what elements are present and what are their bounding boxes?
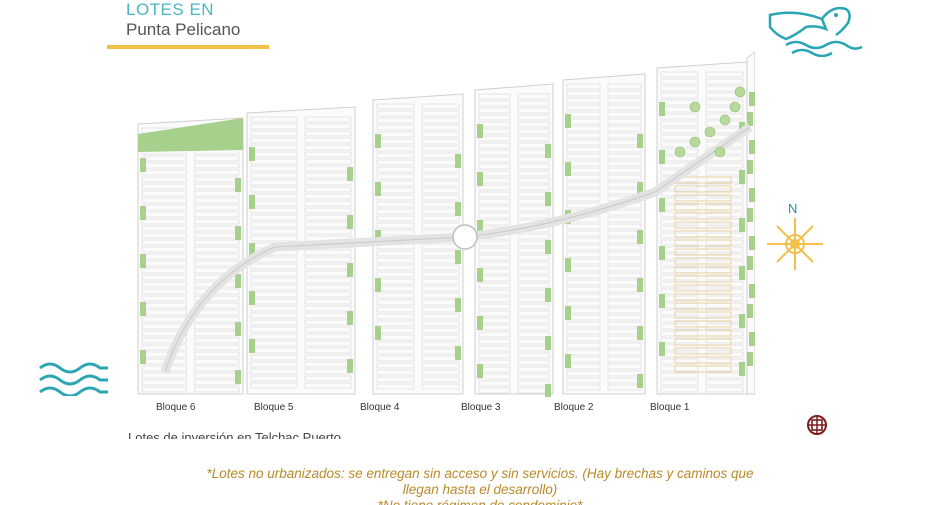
green-area [477,364,483,378]
green-area [565,354,571,368]
green-area [347,311,353,325]
disclaimer-line-2: llegan hasta el desarrollo) [402,482,558,497]
green-area [749,140,755,154]
tree [689,101,701,113]
green-area [747,256,753,270]
green-area [249,339,255,353]
green-area [455,250,461,264]
green-area [375,326,381,340]
green-area [545,288,551,302]
roundabout [452,224,478,250]
green-area [455,154,461,168]
green-area [749,284,755,298]
green-area [545,192,551,206]
green-area [347,167,353,181]
bloque-1-label: Bloque 1 [650,402,690,413]
green-area [375,182,381,196]
green-area [565,162,571,176]
green-area [477,172,483,186]
green-area [347,215,353,229]
green-area [659,150,665,164]
disclaimer-line-3: *No tiene régimen de condominio* [190,498,770,505]
bloque-2-label: Bloque 2 [554,402,594,413]
green-area [545,240,551,254]
green-area [545,384,551,397]
green-area [747,304,753,318]
tree [714,146,726,158]
green-area [477,124,483,138]
green-area [749,236,755,250]
tree [719,114,731,126]
green-area [637,230,643,244]
green-area [249,147,255,161]
green-area [659,102,665,116]
green-area [477,316,483,330]
green-area [455,346,461,360]
green-area [739,266,745,280]
green-area [235,226,241,240]
green-area [659,198,665,212]
bloque-5-label: Bloque 5 [254,402,294,413]
green-area [235,178,241,192]
green-area [739,170,745,184]
tree [729,101,741,113]
green-area [249,195,255,209]
tree [674,146,686,158]
green-area [637,326,643,340]
bloque-4-label: Bloque 4 [360,402,400,413]
green-area [375,134,381,148]
bloque-3-label: Bloque 3 [461,402,501,413]
bloque-6-label: Bloque 6 [156,402,196,413]
green-area [739,314,745,328]
green-area [347,359,353,373]
green-area [659,342,665,356]
tree [734,86,746,98]
pelican-logo-icon [768,6,863,57]
disclaimer-line-1: *Lotes no urbanizados: se entregan sin a… [206,466,754,481]
green-area [235,274,241,288]
green-area [565,306,571,320]
tree [704,126,716,138]
green-area [140,206,146,220]
green-area [747,352,753,366]
green-area [140,158,146,172]
green-area [140,302,146,316]
green-area [749,332,755,346]
green-area [747,112,753,126]
bloque-area [562,73,646,395]
green-area [477,268,483,282]
green-area [375,278,381,292]
green-area [739,218,745,232]
green-area [140,254,146,268]
green-area [659,246,665,260]
green-area [749,92,755,106]
bloque-area [137,117,244,395]
green-area [347,263,353,277]
green-area [749,188,755,202]
green-area [235,322,241,336]
green-area [739,362,745,376]
green-area [747,160,753,174]
green-area [637,278,643,292]
tree [689,136,701,148]
waves-icon [39,362,108,396]
green-area [140,350,146,364]
compass-rose-icon [767,218,823,270]
green-area [545,144,551,158]
map-caption: Lotes de inversión en Telchac Puerto [128,430,341,439]
green-area [747,208,753,222]
green-area [235,370,241,384]
green-area [637,134,643,148]
green-area [659,294,665,308]
title-line-1: LOTES EN [126,0,215,19]
green-area [565,114,571,128]
lot-map [137,51,755,397]
developer-logo-icon [807,415,827,435]
green-area [637,374,643,388]
green-area [565,258,571,272]
green-area [455,202,461,216]
green-area [455,298,461,312]
green-area [545,336,551,350]
green-area [249,291,255,305]
